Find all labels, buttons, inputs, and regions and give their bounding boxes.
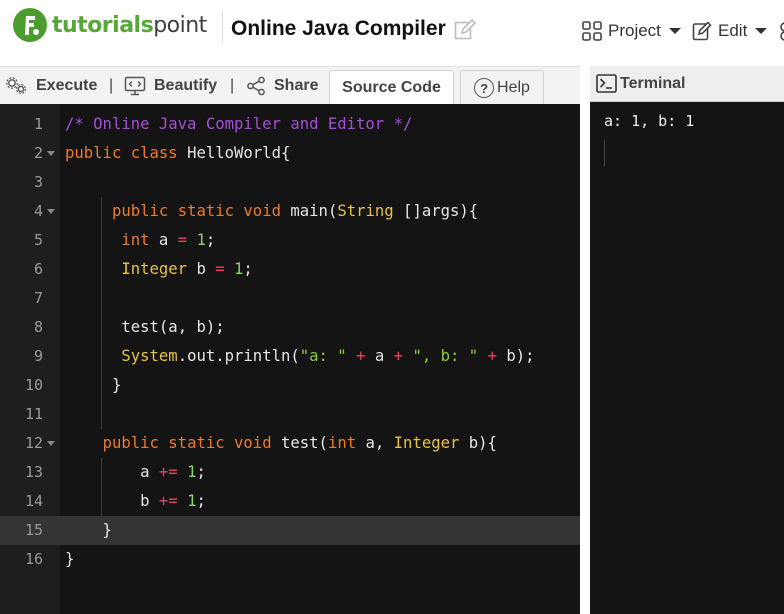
logo-text-point: point: [153, 12, 207, 38]
code-line-text: public static void test(int a, Integer b…: [102, 434, 497, 452]
fold-arrow-icon[interactable]: [47, 151, 55, 156]
nav-project-menu[interactable]: Project: [582, 19, 681, 43]
chevron-down-icon: [755, 28, 768, 34]
edit-icon: [692, 21, 712, 41]
code-line[interactable]: 1 /* Online Java Compiler and Editor */: [0, 110, 580, 139]
nav-edit-label: Edit: [718, 21, 748, 40]
tab-source-code-label: Source Code: [342, 79, 441, 96]
code-line-text: a += 1;: [140, 463, 206, 481]
code-line[interactable]: 5 int a = 1;: [0, 226, 580, 255]
fold-arrow-icon[interactable]: [47, 441, 55, 446]
monitor-code-icon: [124, 76, 146, 96]
line-number: 2: [33, 144, 43, 162]
terminal-cursor: [604, 140, 605, 166]
terminal-title: Terminal: [620, 74, 686, 92]
code-line[interactable]: 6 Integer b = 1;: [0, 255, 580, 284]
code-line-text: public static void main(String []args){: [111, 202, 479, 220]
terminal-output-text: a: 1, b: 1: [604, 112, 695, 130]
logo-text: tutorialspoint: [52, 13, 207, 38]
code-line-text: test(a, b);: [121, 318, 225, 336]
settings-icon: [780, 22, 784, 41]
toolbar-separator: |: [109, 77, 114, 94]
line-number: 3: [33, 173, 43, 191]
beautify-label: Beautify: [154, 77, 218, 94]
code-line[interactable]: 14 b += 1;: [0, 487, 580, 516]
code-line-text: int a = 1;: [121, 231, 216, 249]
code-line[interactable]: 3: [0, 168, 580, 197]
line-number: 16: [24, 550, 43, 568]
line-number: 9: [33, 347, 43, 365]
line-number: 5: [33, 231, 43, 249]
help-circle-icon: ?: [474, 78, 495, 98]
line-number: 4: [33, 202, 43, 220]
share-label: Share: [274, 77, 319, 94]
header-divider: [222, 12, 223, 42]
line-number: 15: [24, 521, 43, 539]
code-line-text: public class HelloWorld{: [65, 144, 291, 162]
code-line-text: System.out.println("a: " + a + ", b: " +…: [121, 347, 535, 365]
code-line[interactable]: 11: [0, 400, 580, 429]
line-number: 13: [24, 463, 43, 481]
code-line[interactable]: 12 public static void test(int a, Intege…: [0, 429, 580, 458]
tab-source-code[interactable]: Source Code: [329, 70, 454, 105]
code-line[interactable]: 10 }: [0, 371, 580, 400]
terminal-output-panel[interactable]: a: 1, b: 1: [590, 102, 784, 614]
line-number: 1: [33, 115, 43, 133]
logo-text-tutorials: tutorials: [52, 12, 154, 38]
line-number: 12: [24, 434, 43, 452]
page-title: Online Java Compiler: [231, 17, 446, 40]
code-line[interactable]: 7: [0, 284, 580, 313]
tab-help[interactable]: ? Help: [460, 70, 544, 105]
terminal-header: Terminal: [590, 66, 784, 102]
line-number: 8: [33, 318, 43, 336]
code-line-text: b += 1;: [140, 492, 206, 510]
share-icon: [247, 76, 265, 96]
code-line[interactable]: 4 public static void main(String []args)…: [0, 197, 580, 226]
code-editor[interactable]: 1 /* Online Java Compiler and Editor */ 2 p…: [0, 104, 580, 614]
pane-divider[interactable]: [580, 66, 590, 614]
line-number: 7: [33, 289, 43, 307]
code-line-text: /* Online Java Compiler and Editor */: [65, 115, 413, 133]
grid-icon: [582, 21, 602, 41]
code-line[interactable]: 9 System.out.println("a: " + a + ", b: "…: [0, 342, 580, 371]
beautify-button[interactable]: Beautify: [124, 67, 217, 105]
code-line-text: }: [65, 521, 112, 539]
logo-mark-icon: [13, 8, 47, 42]
code-line[interactable]: 15 }: [0, 516, 580, 545]
code-line-text: Integer b = 1;: [121, 260, 253, 278]
execute-button[interactable]: Execute: [6, 67, 97, 105]
code-line[interactable]: 2 public class HelloWorld{: [0, 139, 580, 168]
code-line[interactable]: 13 a += 1;: [0, 458, 580, 487]
toolbar-separator: |: [230, 77, 235, 94]
editor-toolbar: Execute | Beautify | Share Source Code ?…: [0, 66, 580, 105]
fold-arrow-icon[interactable]: [47, 209, 55, 214]
code-line[interactable]: 16}: [0, 545, 580, 574]
line-number: 11: [24, 405, 43, 423]
gears-icon: [6, 77, 27, 95]
line-number: 14: [24, 492, 43, 510]
indent-guide: [101, 284, 102, 313]
indent-guide: [101, 400, 102, 429]
line-number: 10: [24, 376, 43, 394]
terminal-icon: [596, 74, 617, 93]
share-button[interactable]: Share: [246, 67, 318, 105]
nav-settings-menu[interactable]: [776, 19, 784, 43]
line-number: 6: [33, 260, 43, 278]
nav-project-label: Project: [608, 21, 661, 40]
code-line-text: }: [65, 550, 75, 568]
tab-help-label: Help: [497, 79, 530, 96]
tutorialspoint-logo[interactable]: tutorialspoint: [12, 7, 207, 43]
code-line[interactable]: 8 test(a, b);: [0, 313, 580, 342]
code-line-text: }: [65, 376, 122, 394]
chevron-down-icon: [668, 28, 681, 34]
top-header: tutorialspoint Online Java Compiler Proj…: [0, 0, 784, 60]
execute-label: Execute: [36, 77, 98, 94]
pencil-edit-icon[interactable]: [454, 19, 476, 41]
nav-edit-menu[interactable]: Edit: [692, 19, 768, 43]
